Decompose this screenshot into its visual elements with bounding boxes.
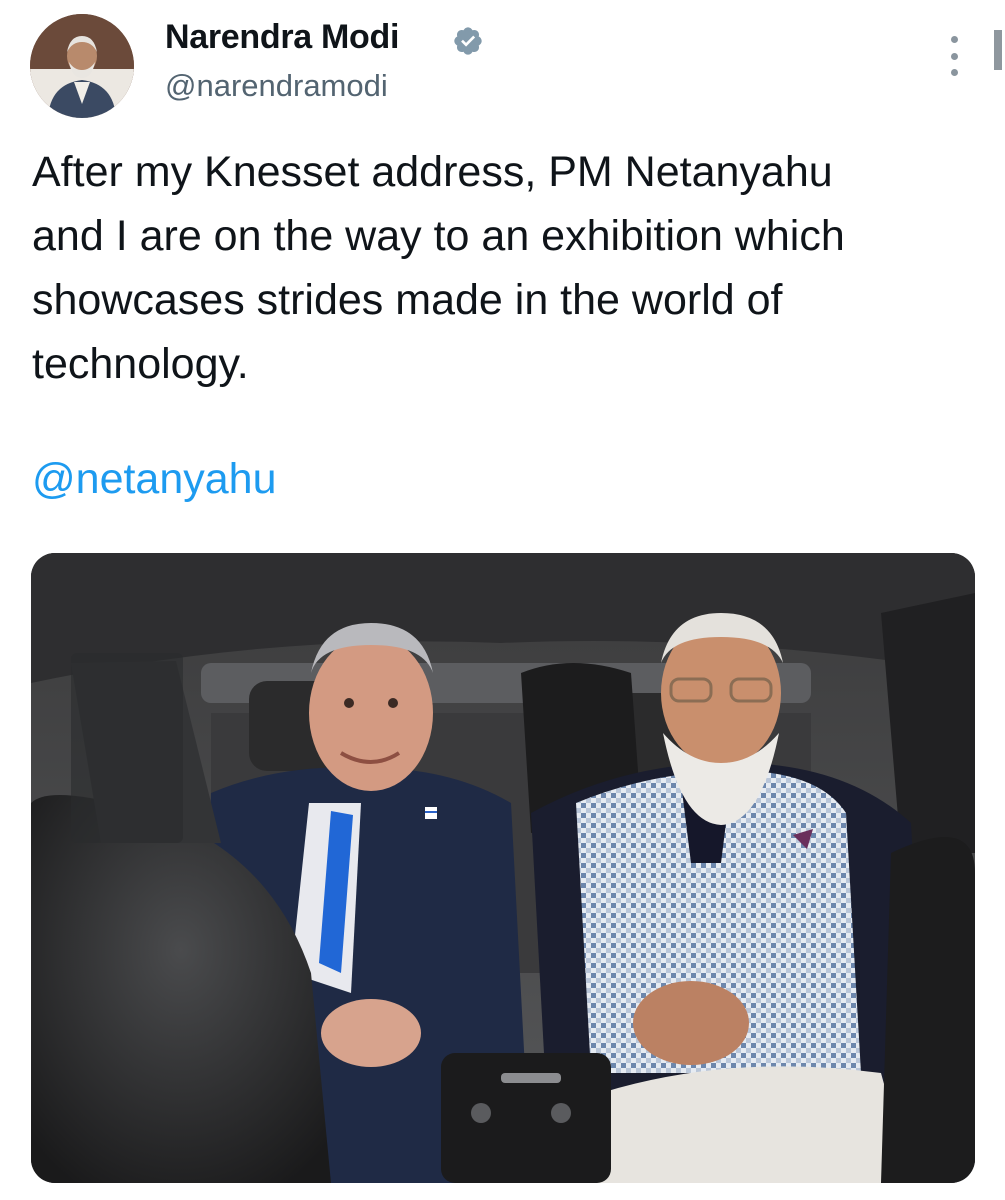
photo-illustration xyxy=(31,553,975,1183)
tweet-photo[interactable] xyxy=(31,553,975,1183)
author-handle[interactable]: @narendramodi xyxy=(165,68,388,104)
more-dot xyxy=(950,52,958,60)
mention-link[interactable]: @netanyahu xyxy=(32,447,277,511)
more-dot xyxy=(950,69,958,76)
author-display-name[interactable]: Narendra Modi xyxy=(165,18,399,57)
more-vertical-icon[interactable] xyxy=(941,36,967,76)
author-avatar[interactable] xyxy=(30,14,134,118)
verified-badge-icon xyxy=(454,27,482,55)
scrollbar-thumb[interactable] xyxy=(994,30,1002,70)
tweet-text: After my Knesset address, PM Netanyahu a… xyxy=(32,148,845,388)
more-dot xyxy=(950,36,958,43)
